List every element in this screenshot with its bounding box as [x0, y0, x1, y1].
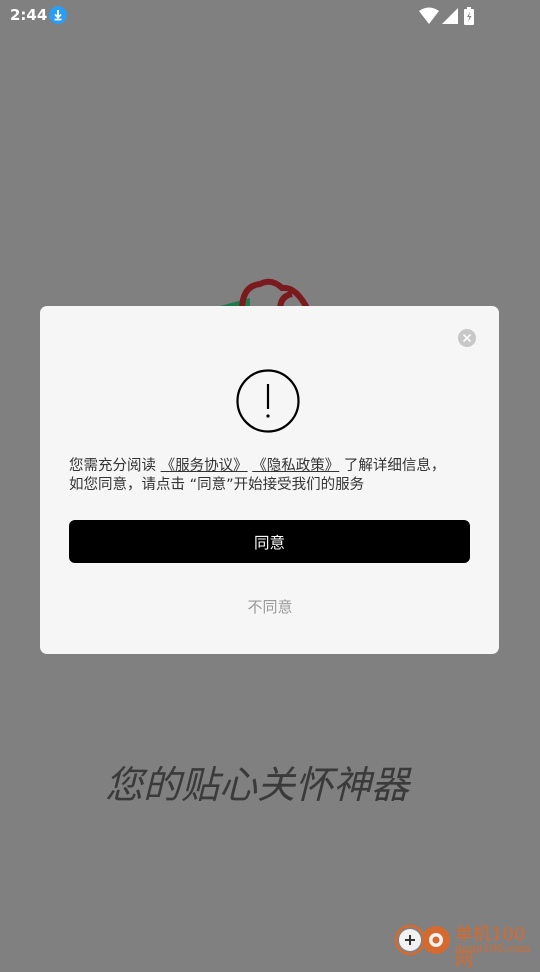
signal-icon	[442, 8, 458, 24]
status-time: 2:44	[10, 6, 48, 24]
message-line2: 如您同意，请点击 “同意”开始接受我们的服务	[69, 477, 365, 493]
close-icon	[463, 334, 471, 342]
disagree-button[interactable]: 不同意	[190, 596, 350, 620]
exclamation-icon	[236, 369, 300, 433]
status-bar: 2:44	[0, 0, 540, 32]
close-button[interactable]	[458, 329, 476, 347]
wifi-icon	[419, 7, 439, 24]
watermark-url: danji100.com	[455, 942, 531, 955]
watermark-logo-icon	[394, 924, 450, 956]
privacy-policy-link[interactable]: 《隐私政策》	[252, 458, 339, 474]
slogan-text: 您的贴心关怀神器	[105, 763, 412, 807]
watermark: 单机100网 danji100.com	[392, 918, 540, 971]
message-prefix: 您需充分阅读	[69, 458, 156, 474]
download-icon	[49, 6, 67, 24]
agree-button[interactable]: 同意	[69, 520, 470, 563]
message-suffix: 了解详细信息，	[343, 458, 446, 474]
service-agreement-link[interactable]: 《服务协议》	[161, 458, 248, 474]
battery-icon	[464, 7, 474, 25]
consent-message: 您需充分阅读 《服务协议》 《隐私政策》 了解详细信息， 如您同意，请点击 “同…	[69, 457, 469, 495]
slogan: 您的贴心关怀神器	[105, 763, 412, 807]
consent-dialog: 您需充分阅读 《服务协议》 《隐私政策》 了解详细信息， 如您同意，请点击 “同…	[40, 306, 499, 654]
